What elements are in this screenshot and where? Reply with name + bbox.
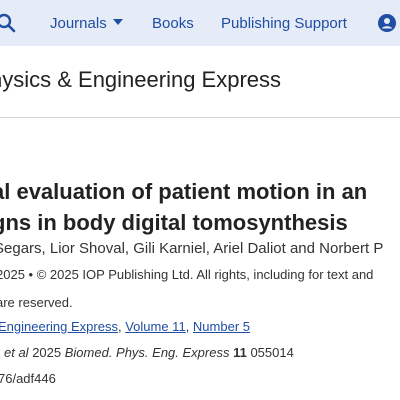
doi-text: 76/adf446 [0, 371, 56, 386]
user-icon[interactable] [378, 14, 396, 32]
publishing-support-link[interactable]: Publishing Support [221, 15, 347, 32]
top-navigation-bar: Journals Books Publishing Support [0, 0, 400, 46]
citation-etal: et al [4, 345, 29, 360]
citation-volume: 11 [229, 345, 251, 360]
books-link[interactable]: Books [152, 15, 194, 32]
article-title-line-2: gns in body digital tomosynthesis [0, 210, 348, 235]
citation-journal: Biomed. Phys. Eng. Express [64, 345, 230, 360]
citation-number: 055014 [250, 345, 294, 360]
citation-text: et al 2025 Biomed. Phys. Eng. Express 11… [4, 345, 294, 360]
journals-label: Journals [50, 15, 107, 32]
article-title-line-1: al evaluation of patient motion in an [0, 179, 368, 204]
journals-menu-button[interactable]: Journals [50, 15, 123, 32]
citation-year: 2025 [28, 345, 65, 360]
journal-header: hysics & Engineering Express [0, 46, 400, 118]
journal-link[interactable]: Engineering Express [0, 319, 118, 334]
article-page: Journals Books Publishing Support hysics… [0, 0, 400, 400]
number-link[interactable]: Number 5 [193, 319, 250, 334]
author-list: Segars, Lior Shoval, Gili Karniel, Ariel… [0, 240, 384, 257]
journal-title-link[interactable]: hysics & Engineering Express [0, 67, 281, 93]
volume-link[interactable]: Volume 11 [125, 319, 185, 334]
rights-statement: are reserved. [0, 295, 73, 310]
search-icon[interactable] [0, 13, 16, 33]
chevron-down-icon [112, 19, 123, 25]
publication-info: 2025 • © 2025 IOP Publishing Ltd. All ri… [0, 267, 374, 282]
journal-breadcrumb: Engineering Express, Volume 11, Number 5 [0, 319, 250, 334]
article-title: al evaluation of patient motion in an gn… [0, 176, 400, 238]
link-separator: , [185, 319, 193, 334]
